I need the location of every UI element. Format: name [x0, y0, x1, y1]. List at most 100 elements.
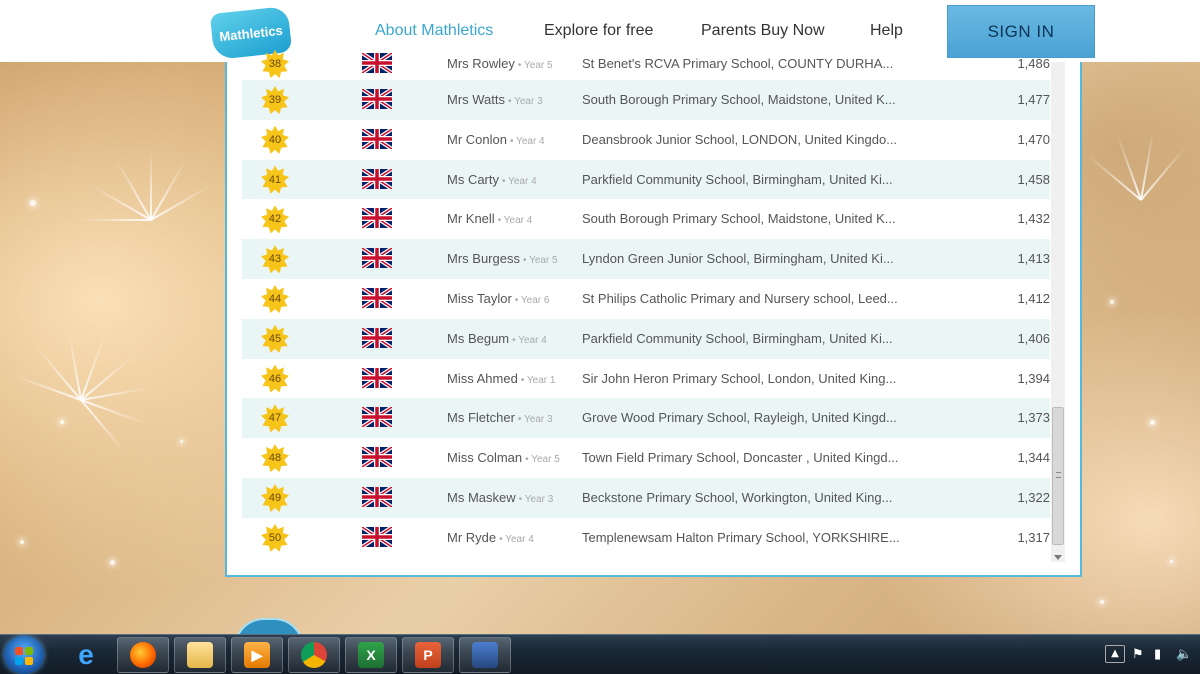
score-value: 1,486: [1017, 56, 1050, 71]
school-name: Parkfield Community School, Birmingham, …: [582, 171, 893, 187]
table-row[interactable]: 39 Mrs Watts • Year 3 South Borough Prima…: [242, 80, 1050, 120]
action-center-flag-icon[interactable]: ⚑: [1132, 647, 1144, 662]
score-value: 1,394: [1017, 370, 1050, 386]
teacher-name: Miss Colman • Year 5: [447, 450, 560, 466]
table-row[interactable]: 47 Ms Fletcher • Year 3 Grove Wood Primar…: [242, 398, 1050, 439]
internet-explorer-icon: e: [78, 639, 94, 670]
taskbar-app-button[interactable]: P: [402, 637, 454, 673]
score-value: 1,458: [1017, 171, 1050, 187]
table-row[interactable]: 46 Miss Ahmed • Year 1 Sir John Heron Pri…: [242, 359, 1050, 399]
powerpoint-icon: P: [415, 642, 441, 668]
rank-number: 45: [268, 332, 282, 345]
nav-explore-for-free[interactable]: Explore for free: [544, 22, 653, 40]
table-row[interactable]: 49 Ms Maskew • Year 3 Beckstone Primary S…: [242, 477, 1050, 518]
rank-number: 39: [268, 94, 282, 106]
rank-number: 48: [268, 452, 282, 465]
taskbar-app-button[interactable]: [174, 637, 226, 673]
teacher-name: Mr Knell • Year 4: [447, 211, 533, 227]
table-row[interactable]: 41 Ms Carty • Year 4 Parkfield Community …: [242, 159, 1050, 200]
rank-star-badge: 49: [261, 483, 289, 512]
score-value: 1,470: [1017, 131, 1050, 147]
rank-number: 50: [268, 531, 282, 544]
teacher-name: Miss Taylor • Year 6: [447, 290, 550, 306]
rank-star-badge: 50: [261, 523, 289, 552]
nav-help[interactable]: Help: [870, 22, 903, 40]
leaderboard-list: 38 Mrs Rowley • Year 5 St Benet's RCVA Pr…: [242, 50, 1050, 558]
windows-taskbar: e ▶ X P ▲ ⚑ ▮ 🔈: [0, 634, 1200, 674]
rank-star-badge: 43: [261, 245, 289, 274]
school-name: Deansbrook Junior School, LONDON, United…: [582, 131, 898, 147]
volume-icon[interactable]: 🔈: [1176, 647, 1192, 662]
network-app-icon: [472, 642, 498, 668]
power-icon[interactable]: ▮: [1154, 647, 1161, 662]
rank-number: 49: [268, 491, 282, 504]
teacher-name: Ms Carty • Year 4: [447, 171, 537, 187]
year-label: • Year 1: [520, 374, 556, 386]
table-row[interactable]: 40 Mr Conlon • Year 4 Deansbrook Junior S…: [242, 120, 1050, 160]
score-value: 1,322: [1017, 489, 1050, 505]
taskbar-app-button[interactable]: ▶: [231, 637, 283, 673]
taskbar-app-button[interactable]: [288, 637, 340, 673]
school-name: St Benet's RCVA Primary School, COUNTY D…: [582, 56, 894, 71]
sign-in-button[interactable]: SIGN IN: [947, 5, 1095, 58]
uk-flag-icon: [362, 248, 392, 269]
scrollbar-thumb[interactable]: [1052, 407, 1064, 545]
scroll-down-arrow-icon[interactable]: [1054, 555, 1062, 560]
table-row[interactable]: 43 Mrs Burgess • Year 5 Lyndon Green Juni…: [242, 239, 1050, 279]
rank-number: 44: [268, 292, 282, 305]
score-value: 1,412: [1017, 290, 1050, 306]
rank-star-badge: 45: [261, 324, 289, 353]
school-name: Sir John Heron Primary School, London, U…: [582, 370, 897, 386]
uk-flag-icon: [362, 486, 392, 507]
school-name: Lyndon Green Junior School, Birmingham, …: [582, 251, 894, 267]
table-row[interactable]: 45 Ms Begum • Year 4 Parkfield Community …: [242, 318, 1050, 359]
firefox-icon: [130, 642, 156, 668]
leaderboard-panel: 38 Mrs Rowley • Year 5 St Benet's RCVA Pr…: [225, 50, 1082, 577]
school-name: South Borough Primary School, Maidstone,…: [582, 211, 896, 227]
rank-number: 41: [268, 173, 282, 186]
show-hidden-icons-icon[interactable]: ▲: [1105, 645, 1125, 663]
year-label: • Year 4: [497, 215, 533, 227]
year-label: • Year 3: [517, 414, 553, 426]
school-name: South Borough Primary School, Maidstone,…: [582, 92, 896, 107]
year-label: • Year 6: [514, 294, 550, 306]
year-label: • Year 4: [499, 533, 534, 545]
school-name: Templenewsam Halton Primary School, YORK…: [582, 529, 900, 545]
teacher-name: Ms Fletcher • Year 3: [447, 410, 553, 426]
uk-flag-icon: [362, 168, 392, 189]
score-value: 1,344: [1017, 450, 1050, 466]
rank-star-badge: 42: [261, 205, 289, 234]
table-row[interactable]: 48 Miss Colman • Year 5 Town Field Primar…: [242, 438, 1050, 478]
rank-star-badge: 39: [261, 86, 289, 114]
media-player-icon: ▶: [244, 642, 270, 668]
uk-flag-icon: [362, 526, 392, 547]
rank-number: 40: [268, 133, 282, 146]
table-row[interactable]: 50 Mr Ryde • Year 4 Templenewsam Halton P…: [242, 518, 1050, 558]
school-name: Parkfield Community School, Birmingham, …: [582, 330, 893, 346]
rank-star-badge: 48: [261, 444, 289, 473]
score-value: 1,432: [1017, 211, 1050, 227]
nav-parents-buy-now[interactable]: Parents Buy Now: [701, 22, 825, 40]
uk-flag-icon: [362, 53, 392, 73]
rank-star-badge: 41: [261, 165, 289, 194]
nav-about-mathletics[interactable]: About Mathletics: [375, 22, 493, 40]
uk-flag-icon: [362, 407, 392, 428]
teacher-name: Ms Maskew • Year 3: [447, 489, 554, 505]
uk-flag-icon: [362, 208, 392, 229]
year-label: • Year 5: [525, 454, 560, 466]
start-button[interactable]: [4, 636, 44, 674]
table-row[interactable]: 38 Mrs Rowley • Year 5 St Benet's RCVA Pr…: [242, 50, 1050, 80]
taskbar-app-button[interactable]: [459, 637, 511, 673]
score-value: 1,406: [1017, 330, 1050, 346]
taskbar-app-button[interactable]: X: [345, 637, 397, 673]
taskbar-app-button[interactable]: e: [60, 637, 112, 673]
teacher-name: Mrs Burgess • Year 5: [447, 251, 558, 267]
score-value: 1,413: [1017, 251, 1050, 267]
taskbar-app-button[interactable]: [117, 637, 169, 673]
file-explorer-icon: [187, 642, 213, 668]
table-row[interactable]: 44 Miss Taylor • Year 6 St Philips Cathol…: [242, 279, 1050, 319]
rank-star-badge: 38: [261, 50, 289, 78]
scrollbar[interactable]: [1051, 62, 1065, 562]
uk-flag-icon: [362, 128, 392, 149]
table-row[interactable]: 42 Mr Knell • Year 4 South Borough Primar…: [242, 199, 1050, 239]
